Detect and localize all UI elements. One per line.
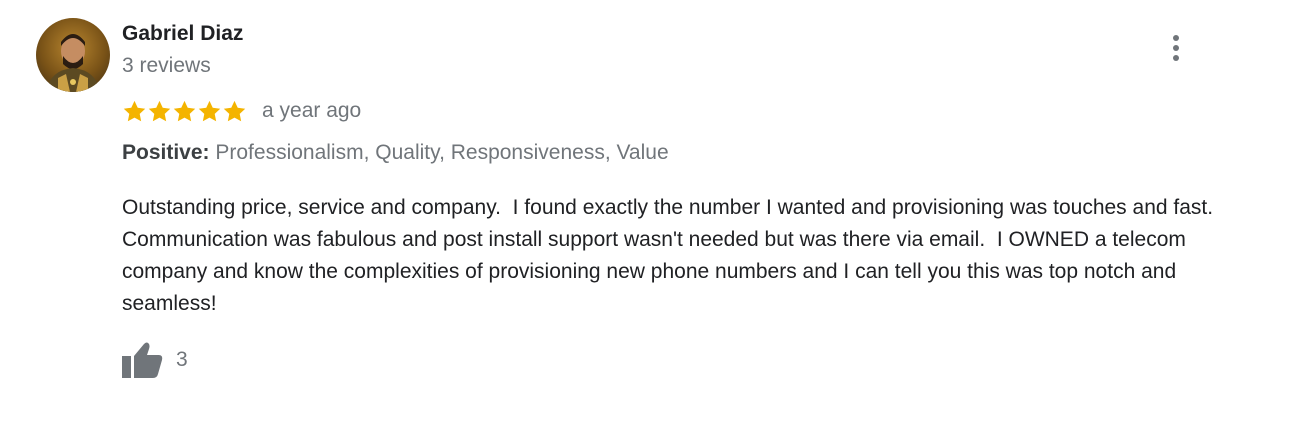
star-icon <box>197 99 222 124</box>
review-card: Gabriel Diaz 3 reviews a year ago Positi… <box>0 0 1295 425</box>
more-options-button[interactable] <box>1160 30 1192 66</box>
like-count: 3 <box>176 348 188 371</box>
review-time: a year ago <box>262 99 362 122</box>
author-name[interactable]: Gabriel Diaz <box>122 21 243 47</box>
like-button[interactable]: 3 <box>120 340 188 380</box>
star-icon <box>147 99 172 124</box>
star-icon <box>172 99 197 124</box>
more-vert-icon <box>1173 35 1179 41</box>
more-vert-icon-dot <box>1173 45 1179 51</box>
attributes-values: Professionalism, Quality, Responsiveness… <box>215 141 669 164</box>
thumbs-up-icon <box>122 342 163 378</box>
author-review-count[interactable]: 3 reviews <box>122 53 211 79</box>
more-vert-icon-dot <box>1173 55 1179 61</box>
review-attributes: Positive: Professionalism, Quality, Resp… <box>122 140 669 166</box>
rating-row: a year ago <box>122 97 361 125</box>
attributes-label: Positive: <box>122 141 210 164</box>
star-icon <box>122 99 147 124</box>
avatar-portrait-icon <box>46 34 100 92</box>
star-icon <box>222 99 247 124</box>
star-rating <box>122 99 247 124</box>
review-text: Outstanding price, service and company. … <box>122 196 1225 315</box>
avatar[interactable] <box>36 18 110 92</box>
